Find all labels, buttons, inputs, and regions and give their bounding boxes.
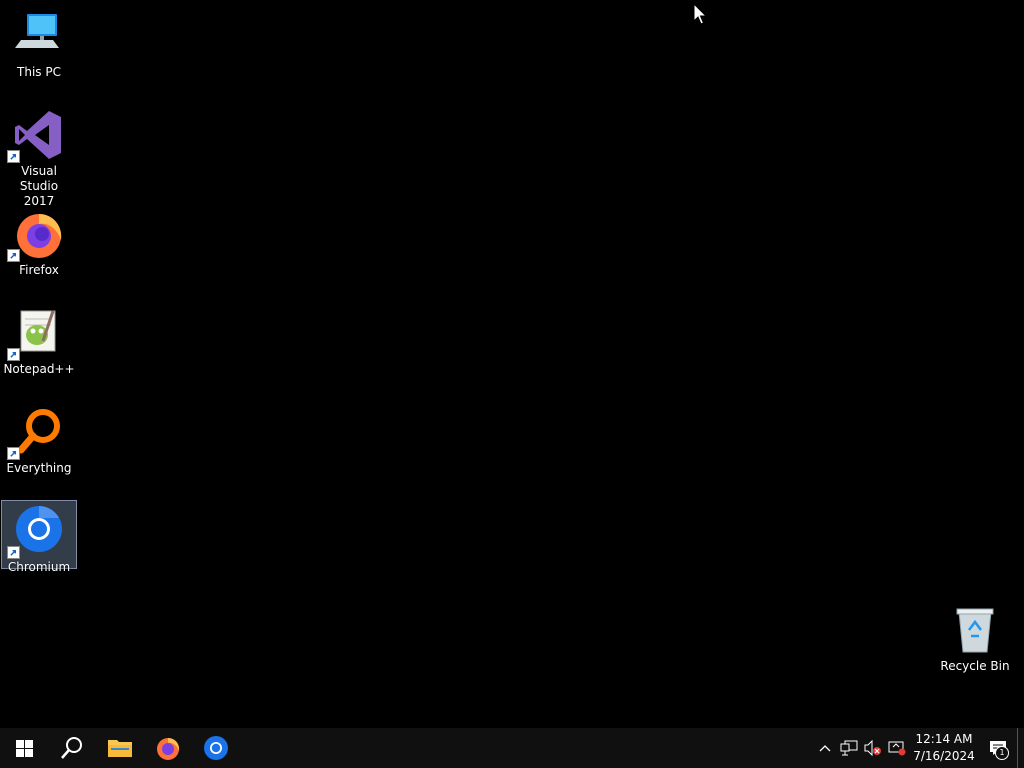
notepadpp-icon: [7, 307, 65, 361]
search-button[interactable]: [48, 728, 96, 768]
taskbar-clock[interactable]: 12:14 AM 7/16/2024: [909, 728, 979, 768]
desktop-icon-label: Visual Studio 2017: [19, 164, 59, 208]
taskbar-firefox[interactable]: [144, 728, 192, 768]
desktop-icon-label: Everything: [6, 461, 72, 475]
taskbar-chromium[interactable]: [192, 728, 240, 768]
network-icon: [840, 740, 858, 756]
desktop-icon-everything[interactable]: Everything: [1, 402, 77, 476]
desktop-icon-recycle-bin[interactable]: Recycle Bin: [937, 600, 1013, 674]
desktop-icon-label: Recycle Bin: [940, 659, 1010, 673]
desktop-icon-label: Firefox: [19, 263, 59, 277]
desktop-icon-this-pc[interactable]: This PC: [1, 6, 77, 80]
mouse-cursor-icon: [693, 3, 707, 25]
desktop-icon-chromium[interactable]: Chromium: [1, 500, 77, 574]
chevron-up-icon: [819, 745, 831, 752]
firefox-icon: [7, 208, 65, 262]
action-center-button[interactable]: 1: [979, 728, 1017, 768]
display-warning-icon: [888, 741, 906, 756]
desktop-icon-label: Notepad++: [3, 362, 75, 376]
start-button[interactable]: [0, 728, 48, 768]
desktop: This PC Visual Studio 2017 Firefox Notep…: [0, 0, 1024, 728]
desktop-icon-visual-studio[interactable]: Visual Studio 2017: [1, 105, 77, 209]
show-hidden-icons-button[interactable]: [813, 728, 837, 768]
desktop-icon-firefox[interactable]: Firefox: [1, 204, 77, 278]
chromium-icon: [204, 736, 228, 760]
recycle-bin-icon: [949, 604, 1001, 656]
shortcut-arrow-icon: [7, 249, 20, 262]
shortcut-arrow-icon: [7, 150, 20, 163]
network-button[interactable]: [837, 728, 861, 768]
file-explorer-icon: [108, 740, 132, 757]
everything-search-icon: [7, 406, 65, 460]
chromium-icon: [7, 505, 65, 559]
clock-date: 7/16/2024: [913, 749, 975, 763]
desktop-icon-label: This PC: [17, 65, 61, 79]
volume-muted-icon: [864, 740, 881, 756]
firefox-icon: [157, 738, 180, 760]
search-icon: [61, 737, 82, 759]
show-desktop-button[interactable]: [1017, 728, 1024, 768]
desktop-icon-notepadpp[interactable]: Notepad++: [1, 303, 77, 377]
taskbar: 12:14 AM 7/16/2024 1: [0, 728, 1024, 768]
visual-studio-icon: [7, 109, 65, 163]
shortcut-arrow-icon: [7, 447, 20, 460]
notification-count-badge: 1: [995, 746, 1009, 760]
taskbar-file-explorer[interactable]: [96, 728, 144, 768]
display-status-button[interactable]: [885, 728, 909, 768]
system-tray: 12:14 AM 7/16/2024 1: [813, 728, 1024, 768]
shortcut-arrow-icon: [7, 546, 20, 559]
shortcut-arrow-icon: [7, 348, 20, 361]
computer-icon: [13, 10, 65, 62]
clock-time: 12:14 AM: [915, 732, 973, 746]
windows-logo-icon: [15, 739, 33, 757]
desktop-icon-label: Chromium: [7, 560, 71, 574]
volume-button[interactable]: [861, 728, 885, 768]
